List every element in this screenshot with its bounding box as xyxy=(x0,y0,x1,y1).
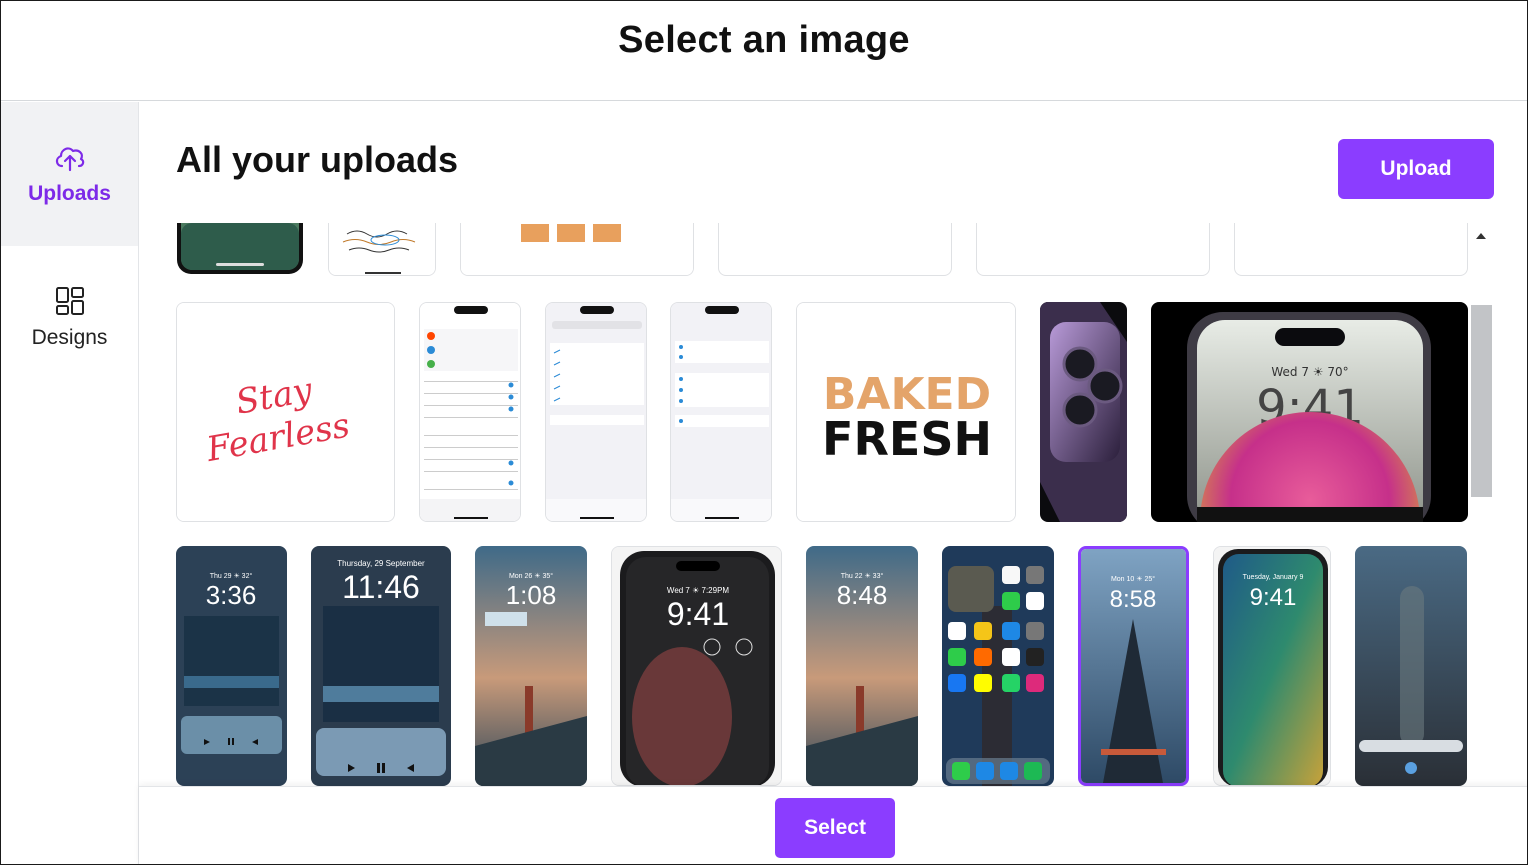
lockscreen-time: 9:41 xyxy=(1250,584,1297,611)
lockscreen-screenshot: Mon 26 ☀ 35° 1:08 xyxy=(475,546,587,786)
dialog-title: Select an image xyxy=(618,19,910,61)
stay-fearless-artwork: Stay Fearless xyxy=(177,303,394,521)
lockscreen-screenshot: Mon 10 ☀ 25° 8:58 xyxy=(1081,549,1186,783)
lockscreen-date: Mon 10 ☀ 25° xyxy=(1111,575,1155,583)
image-tile[interactable]: Thu 29 ☀ 32° 3:36 xyxy=(176,546,287,786)
lockscreen-date: Thursday, 29 September xyxy=(337,559,425,568)
scroll-up-button[interactable] xyxy=(1469,227,1493,245)
iphone-back-photo xyxy=(1040,302,1127,522)
lockscreen-screenshot: Wed 7 ☀ 7:29PM 9:41 xyxy=(612,547,781,785)
artwork-text-line2: FRESH xyxy=(822,412,992,466)
lockscreen-screenshot: Thursday, 29 September 11:46 xyxy=(311,546,451,786)
sidebar-item-designs[interactable]: Designs xyxy=(1,246,138,390)
page-title: All your uploads xyxy=(176,139,459,180)
lockscreen-date: Thu 22 ☀ 33° xyxy=(841,572,884,580)
phone-screenshot-thumbnail xyxy=(177,223,303,274)
inbox-app-screenshot xyxy=(671,303,771,521)
image-tile[interactable] xyxy=(976,223,1210,276)
lockscreen-time: 3:36 xyxy=(206,580,257,610)
lockscreen-screenshot xyxy=(1355,546,1467,786)
lockscreen-date: Thu 29 ☀ 32° xyxy=(210,572,253,580)
lockscreen-time: 1:08 xyxy=(506,580,557,610)
homescreen-screenshot xyxy=(942,546,1054,786)
image-tile[interactable]: Wed 7 ☀ 7:29PM 9:41 xyxy=(611,546,782,786)
grid-layout-icon xyxy=(55,287,84,315)
image-tile[interactable] xyxy=(670,302,772,522)
image-tile[interactable]: Wed 7 ☀ 70° 9:41 xyxy=(1151,302,1468,522)
lockscreen-time: 11:46 xyxy=(342,569,420,605)
triangle-up-icon xyxy=(1476,233,1486,239)
lockscreen-date: Tuesday, January 9 xyxy=(1243,574,1304,581)
uploads-grid: Stay Fearless BAKED FRESH Wed 7 ☀ 70° 9:… xyxy=(139,223,1469,788)
image-tile-selected[interactable]: Mon 10 ☀ 25° 8:58 xyxy=(1078,546,1189,786)
lockscreen-screenshot: Thu 29 ☀ 32° 3:36 xyxy=(176,546,287,786)
sidebar: Uploads Designs xyxy=(1,102,139,864)
lockscreen-date: Mon 26 ☀ 35° xyxy=(509,572,553,580)
upload-button[interactable]: Upload xyxy=(1338,139,1494,199)
lockscreen-time: 8:48 xyxy=(837,580,888,610)
lockscreen-date: Wed 7 ☀ 70° xyxy=(1271,365,1348,379)
image-tile[interactable]: Tuesday, January 9 9:41 xyxy=(1213,546,1331,786)
image-tile[interactable] xyxy=(942,546,1054,786)
image-tile[interactable] xyxy=(176,223,304,276)
scrollbar-thumb[interactable] xyxy=(1471,305,1492,497)
orange-text-thumbnail xyxy=(461,223,693,275)
lockscreen-date: Wed 7 ☀ 7:29PM xyxy=(667,586,730,595)
image-tile[interactable]: Thu 22 ☀ 33° 8:48 xyxy=(806,546,918,786)
image-tile[interactable]: Mon 26 ☀ 35° 1:08 xyxy=(475,546,587,786)
image-tile[interactable] xyxy=(419,302,521,522)
image-tile[interactable] xyxy=(460,223,694,276)
notes-screenshot-thumbnail xyxy=(329,223,435,275)
search-app-screenshot xyxy=(546,303,646,521)
lockscreen-time: 8:58 xyxy=(1110,586,1157,613)
image-tile[interactable] xyxy=(1234,223,1468,276)
select-button[interactable]: Select xyxy=(775,798,895,858)
sidebar-item-label: Uploads xyxy=(28,182,111,205)
dialog-header: Select an image xyxy=(1,1,1527,101)
reddit-app-screenshot xyxy=(420,303,520,521)
image-tile[interactable] xyxy=(328,223,436,276)
image-tile[interactable] xyxy=(545,302,647,522)
image-tile[interactable] xyxy=(718,223,952,276)
lockscreen-time: 9:41 xyxy=(667,596,729,632)
iphone-lockscreen-photo: Wed 7 ☀ 70° 9:41 xyxy=(1151,302,1468,522)
baked-fresh-artwork: BAKED FRESH xyxy=(797,303,1015,521)
lockscreen-screenshot: Tuesday, January 9 9:41 xyxy=(1214,547,1330,785)
image-picker-dialog: Select an image Uploads Designs All your… xyxy=(0,0,1528,865)
image-tile[interactable] xyxy=(1355,546,1467,786)
cloud-upload-icon xyxy=(55,147,84,172)
sidebar-item-uploads[interactable]: Uploads xyxy=(1,102,138,246)
sidebar-item-label: Designs xyxy=(31,326,108,349)
image-tile[interactable]: Thursday, 29 September 11:46 xyxy=(311,546,451,786)
lockscreen-screenshot: Thu 22 ☀ 33° 8:48 xyxy=(806,546,918,786)
image-tile-baked-fresh[interactable]: BAKED FRESH xyxy=(796,302,1016,522)
image-tile-stay-fearless[interactable]: Stay Fearless xyxy=(176,302,395,522)
image-tile[interactable] xyxy=(1040,302,1127,522)
